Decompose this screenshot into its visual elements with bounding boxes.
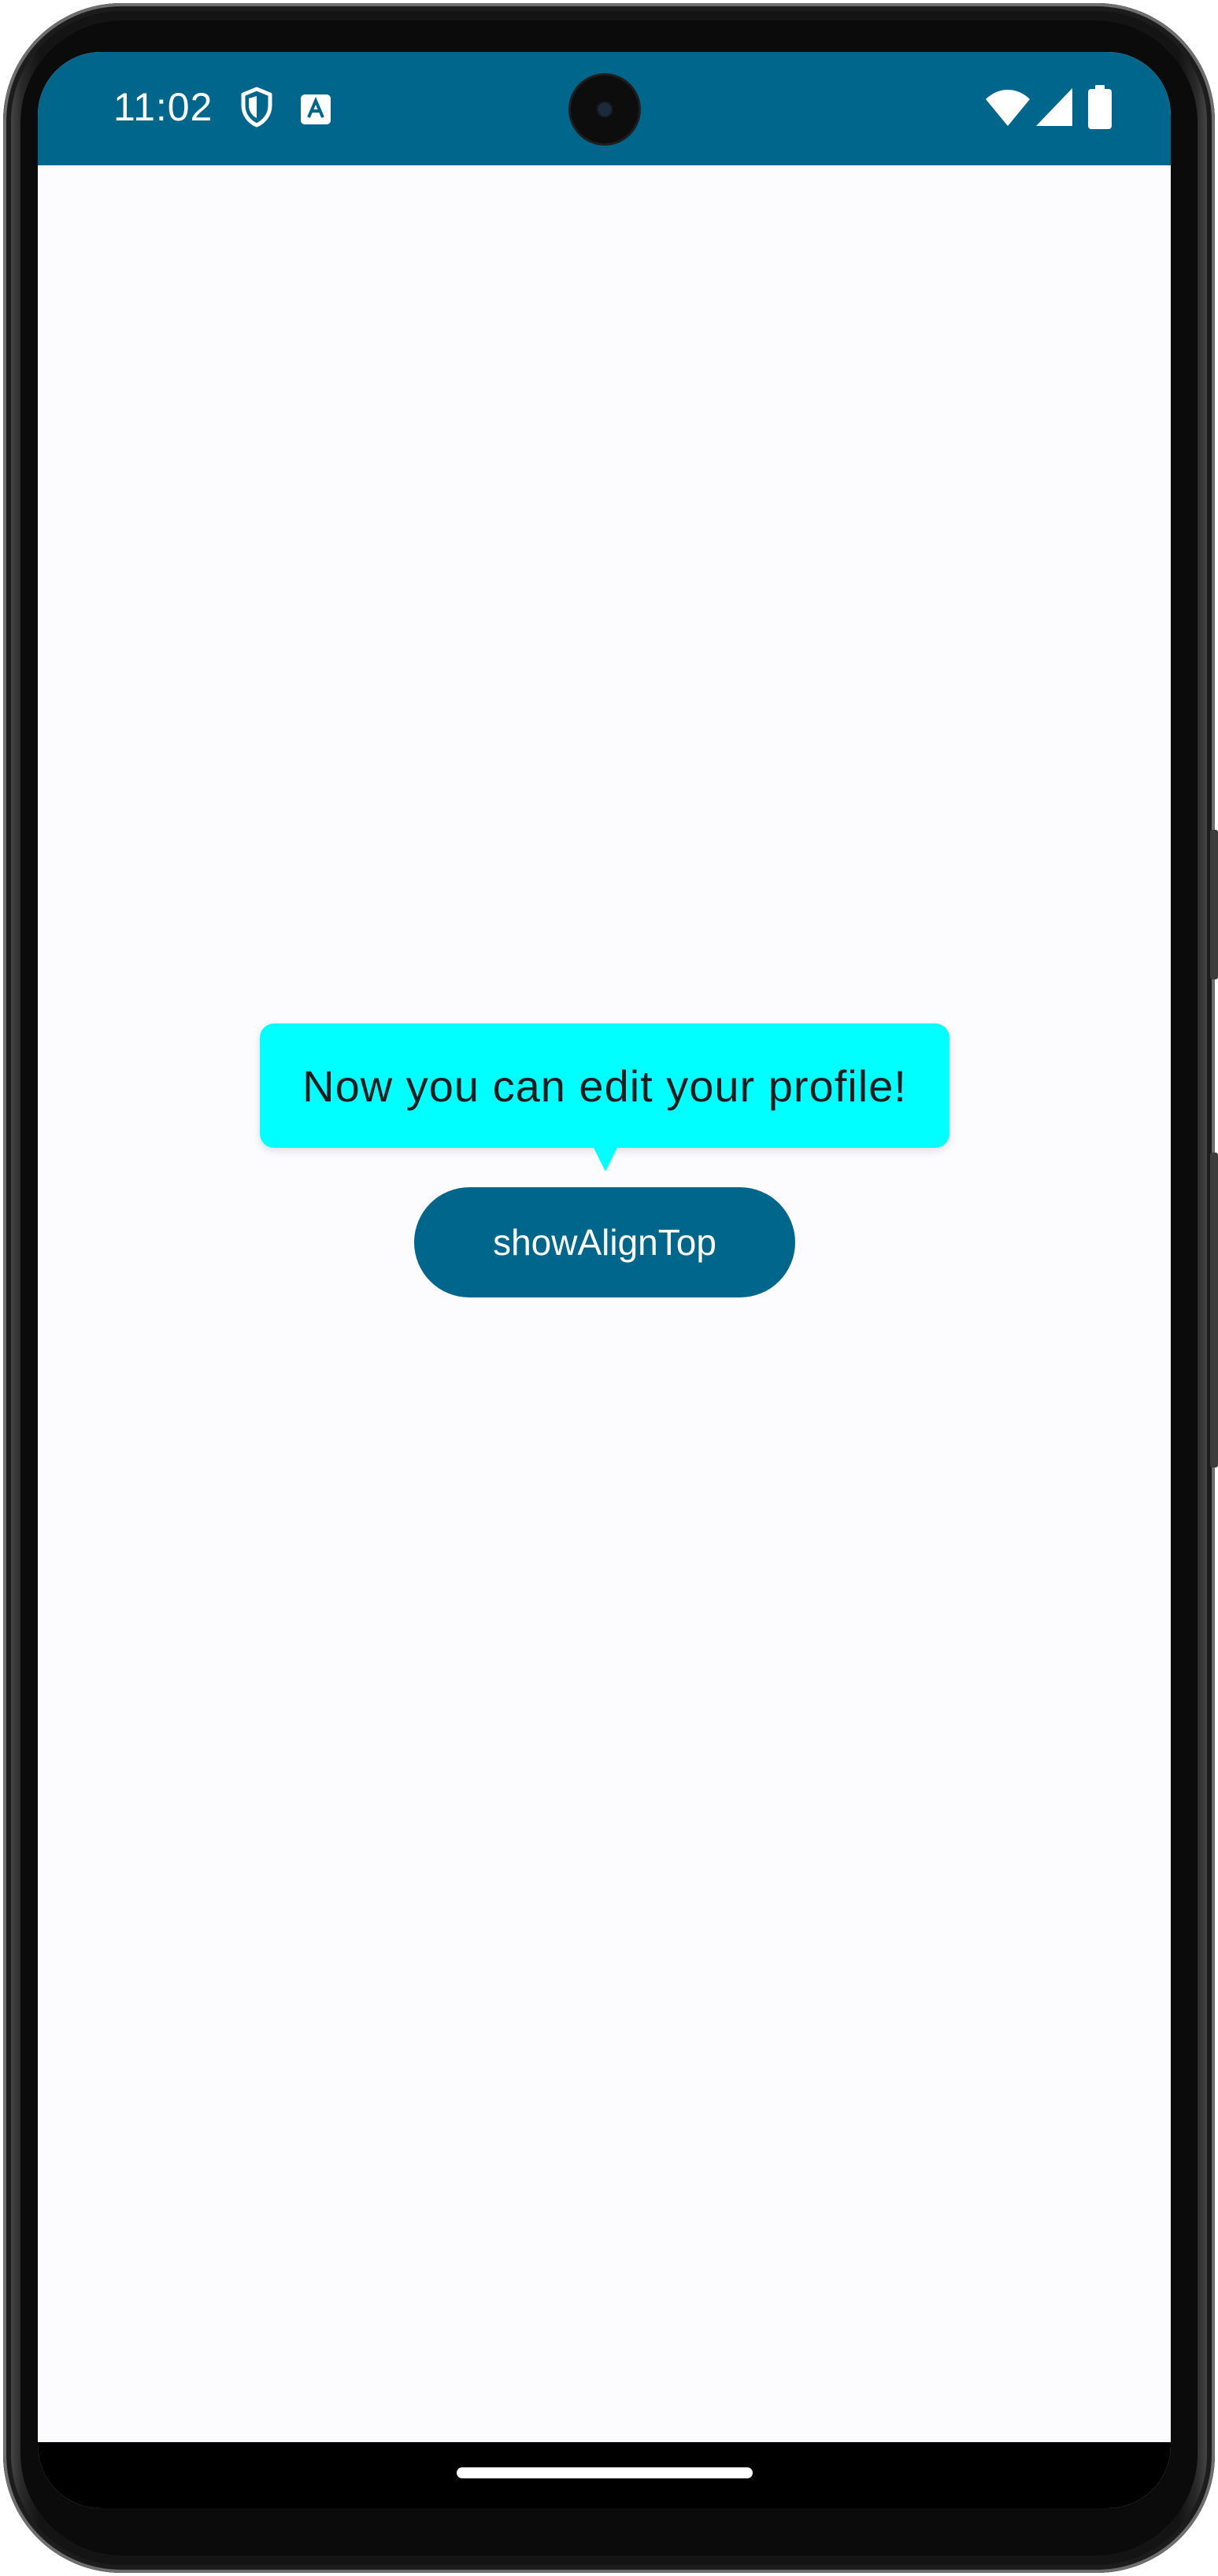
wifi-icon [986, 90, 1030, 126]
camera-lens [598, 103, 611, 116]
shield-icon [241, 87, 272, 128]
navigation-bar [38, 2442, 1171, 2508]
tooltip-text: Now you can edit your profile! [302, 1060, 907, 1111]
cellular-signal-icon [1036, 88, 1072, 126]
device-screen: 11:02 Now you can edit your profile! sho… [38, 52, 1171, 2508]
battery-icon [1088, 85, 1112, 129]
home-handle-icon[interactable] [457, 2467, 753, 2478]
tooltip-arrow-icon [593, 1146, 618, 1171]
status-bar: 11:02 [38, 52, 1171, 165]
keyboard-a-icon [301, 94, 331, 124]
front-camera [571, 76, 639, 143]
volume-button [1210, 1153, 1218, 1468]
power-button [1210, 830, 1218, 979]
edit-profile-tooltip: Now you can edit your profile! [260, 1023, 950, 1148]
app-content [38, 165, 1171, 2442]
show-align-top-button[interactable]: showAlignTop [414, 1187, 795, 1297]
status-time: 11:02 [113, 85, 213, 129]
